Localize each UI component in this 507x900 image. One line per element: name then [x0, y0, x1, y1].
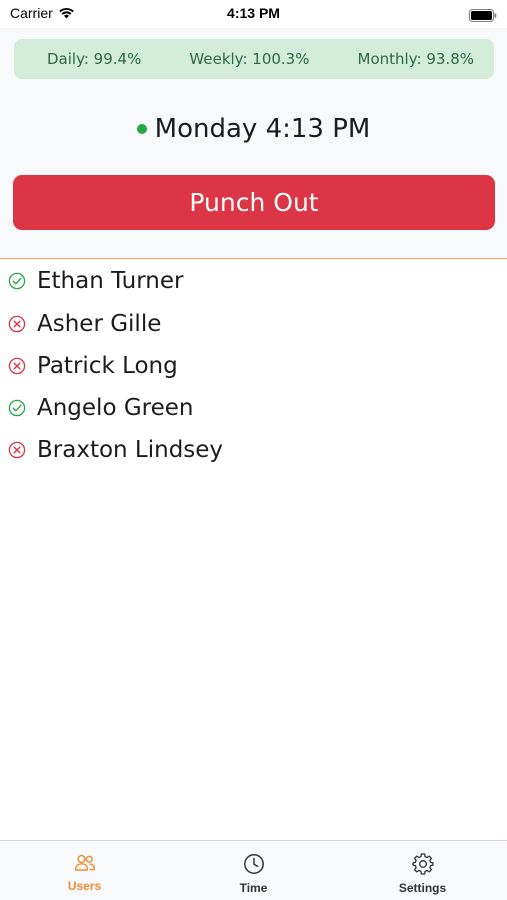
gear-icon — [411, 853, 434, 875]
tab-label: Time — [239, 881, 268, 895]
list-item[interactable]: Asher Gille — [8, 306, 498, 342]
list-item[interactable]: Patrick Long — [8, 348, 498, 384]
punch-out-button[interactable]: Punch Out — [13, 175, 495, 230]
list-item[interactable]: Ethan Turner — [8, 263, 498, 299]
tab-settings[interactable]: Settings — [338, 841, 507, 900]
user-list: Ethan Turner Asher Gille Patrick Long An… — [0, 259, 507, 841]
users-icon — [74, 854, 95, 871]
user-name: Patrick Long — [37, 353, 178, 379]
user-name: Asher Gille — [37, 311, 162, 337]
stats-bar: Daily: 99.4% Weekly: 100.3% Monthly: 93.… — [14, 39, 494, 79]
monthly-stat: Monthly: 93.8% — [357, 50, 474, 68]
battery-icon — [469, 7, 497, 26]
status-bar: Carrier 4:13 PM — [0, 0, 507, 28]
tab-users[interactable]: Users — [0, 841, 169, 900]
list-item[interactable]: Angelo Green — [8, 390, 498, 426]
status-time: 4:13 PM — [227, 5, 280, 21]
tab-label: Users — [67, 879, 102, 893]
check-circle-icon — [8, 272, 26, 290]
check-circle-icon — [8, 399, 26, 417]
clock-icon — [243, 854, 264, 874]
tab-time[interactable]: Time — [169, 841, 338, 900]
user-name: Ethan Turner — [37, 268, 184, 294]
user-name: Angelo Green — [37, 395, 194, 421]
list-item[interactable]: Braxton Lindsey — [8, 432, 498, 468]
user-name: Braxton Lindsey — [37, 437, 224, 463]
clock-text: Monday 4:13 PM — [154, 114, 371, 144]
x-circle-icon — [8, 315, 26, 333]
weekly-stat: Weekly: 100.3% — [189, 50, 310, 68]
daily-stat: Daily: 99.4% — [47, 50, 142, 68]
x-circle-icon — [8, 357, 26, 375]
x-circle-icon — [8, 441, 26, 459]
clock-row: Monday 4:13 PM — [0, 114, 507, 144]
tab-label: Settings — [398, 881, 447, 895]
tab-bar: Users Time Settings — [0, 840, 507, 900]
status-dot — [136, 124, 147, 134]
header-area: Daily: 99.4% Weekly: 100.3% Monthly: 93.… — [0, 28, 507, 258]
